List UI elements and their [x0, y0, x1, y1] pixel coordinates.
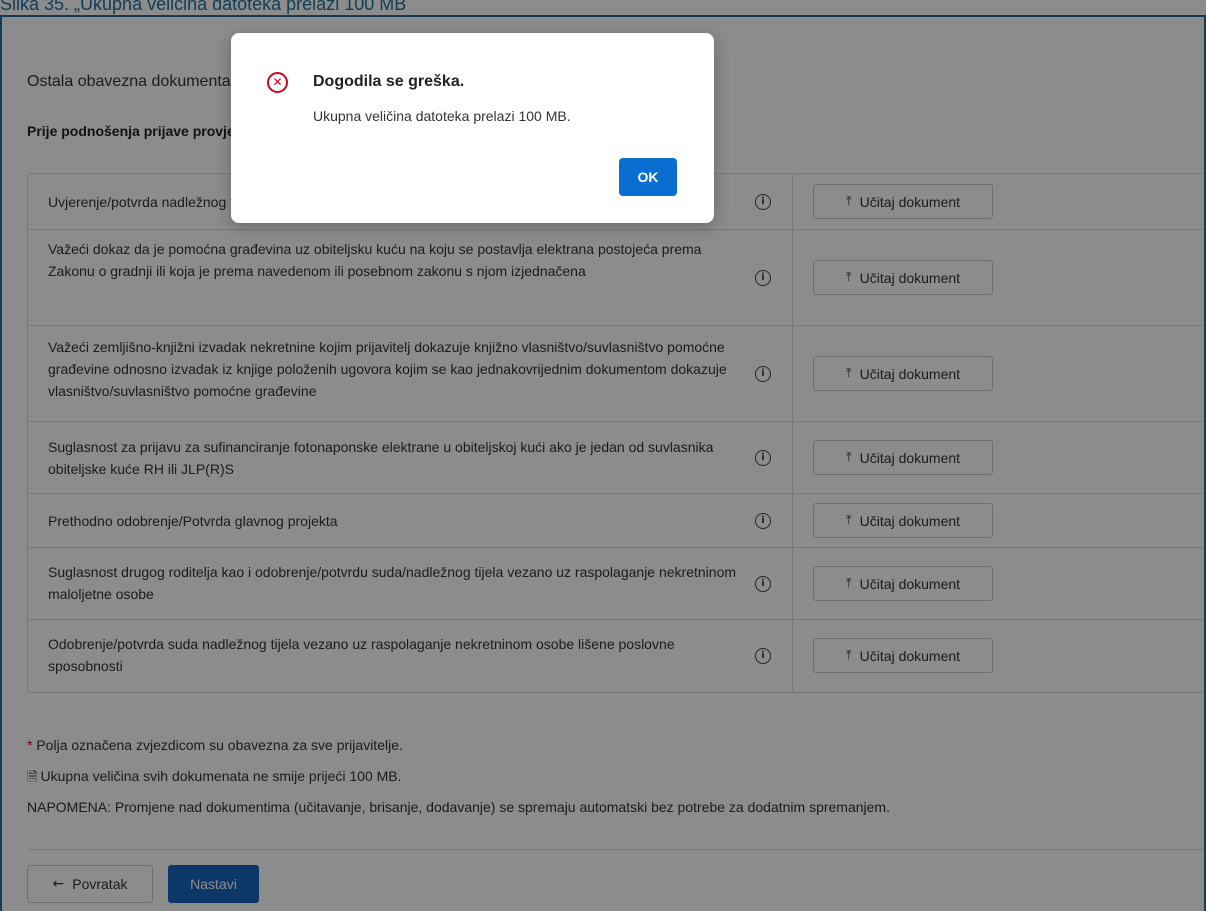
error-circle-icon: ✕: [267, 72, 288, 93]
ok-button[interactable]: OK: [619, 158, 677, 196]
dialog-message: Ukupna veličina datoteka prelazi 100 MB.: [313, 108, 571, 124]
error-dialog: ✕ Dogodila se greška. Ukupna veličina da…: [231, 33, 714, 223]
dialog-title: Dogodila se greška.: [313, 73, 465, 90]
